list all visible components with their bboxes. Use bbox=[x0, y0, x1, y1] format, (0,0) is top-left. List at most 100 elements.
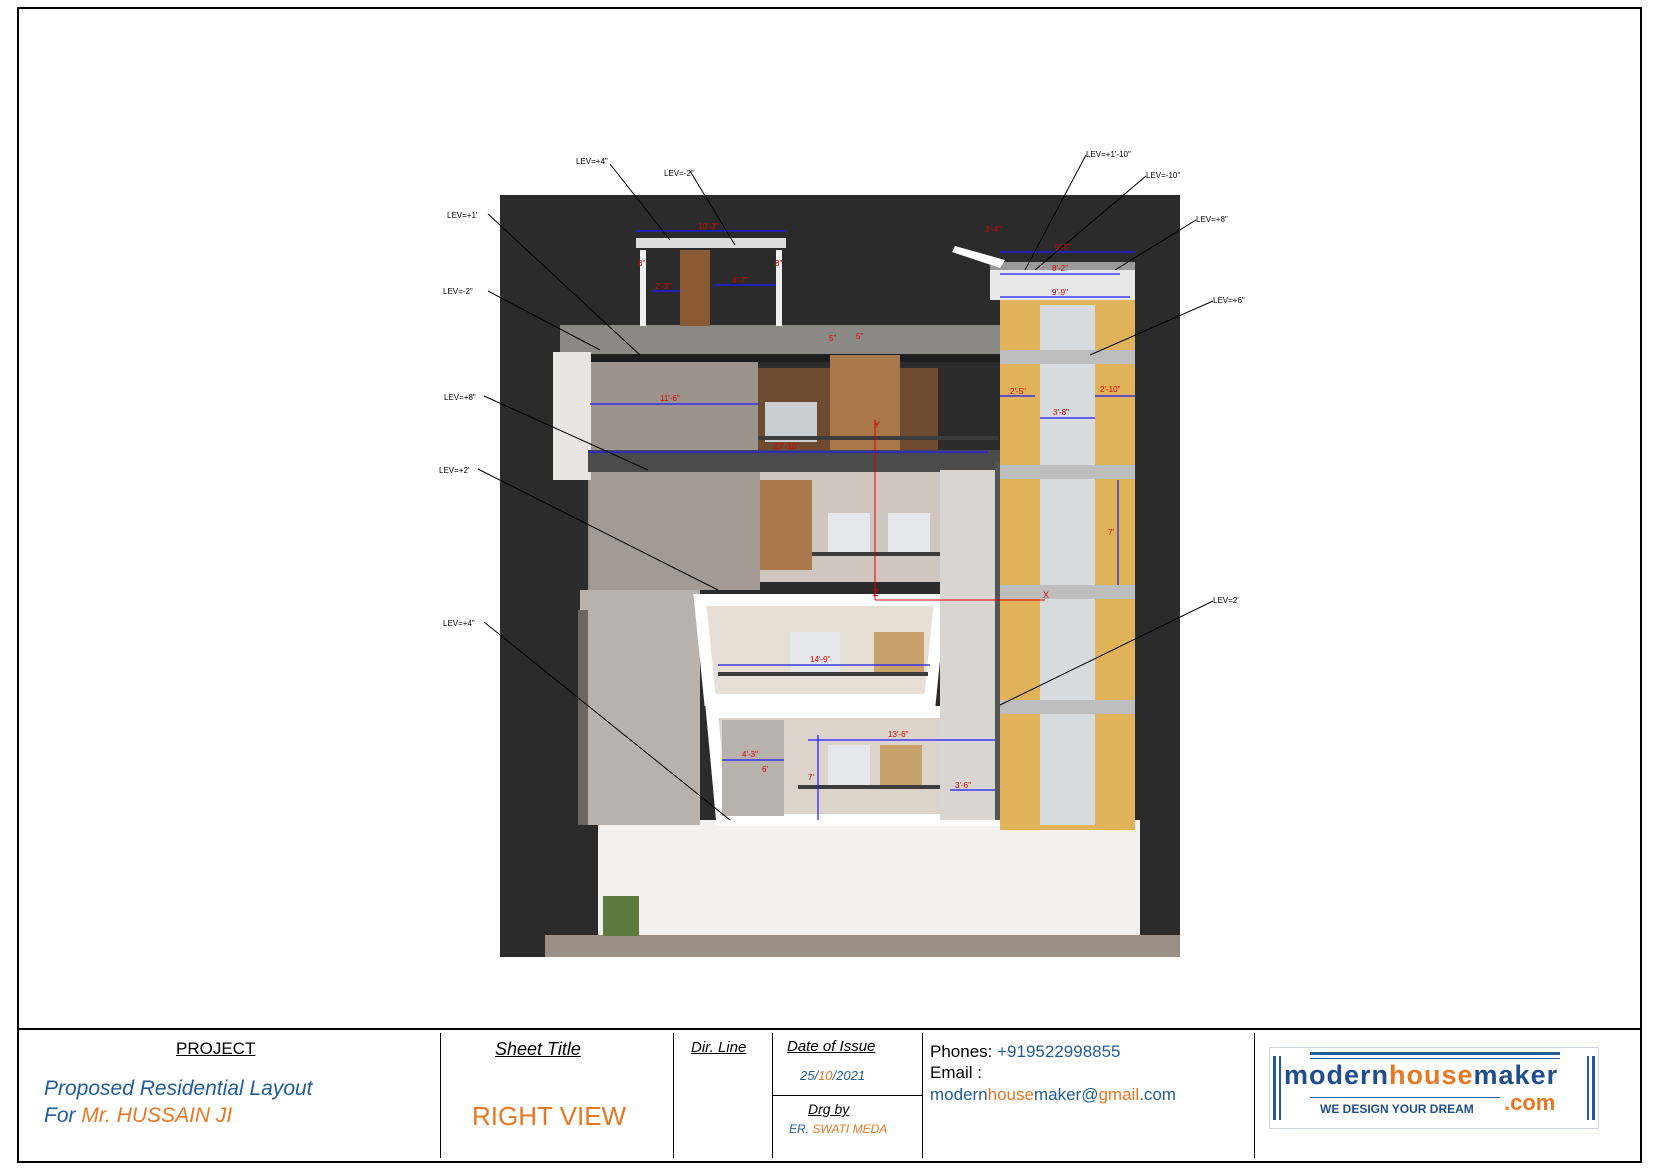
dimension-label: 2'-10" bbox=[1100, 385, 1121, 394]
axis-label: Y bbox=[874, 420, 880, 430]
ground-wall bbox=[598, 820, 1140, 935]
roof-slab bbox=[560, 325, 1000, 357]
dimension-label: 3'-6" bbox=[955, 781, 971, 790]
dimension-label: 3'-4" bbox=[985, 225, 1001, 234]
project-line1: Proposed Residential Layout bbox=[44, 1077, 313, 1100]
dimension-label: 4'-3" bbox=[742, 750, 758, 759]
balcony-rail-bay bbox=[718, 672, 928, 676]
dimension-label: 7' bbox=[808, 773, 814, 782]
level-label: LEV=+6" bbox=[1213, 296, 1245, 305]
dimension-label: 4'-7" bbox=[732, 276, 748, 285]
tower-glass bbox=[1040, 305, 1095, 825]
column-light bbox=[940, 470, 995, 820]
level-label: LEV=-10" bbox=[1146, 171, 1180, 180]
axis-label: X bbox=[1043, 590, 1049, 600]
date-value: 25/10/2021 bbox=[800, 1068, 865, 1083]
date-day: 25/ bbox=[800, 1068, 819, 1083]
dimension-label: 6' bbox=[762, 765, 768, 774]
window-mid-2 bbox=[888, 513, 930, 553]
level-label: LEV=2' bbox=[1213, 596, 1239, 605]
stone-wall-lower bbox=[590, 470, 760, 590]
divider bbox=[772, 1095, 922, 1096]
logo-suffix: .com bbox=[1504, 1090, 1556, 1115]
email-part: house bbox=[987, 1085, 1034, 1104]
logo-wordmark: modernhousemaker bbox=[1284, 1060, 1559, 1090]
dimension-label: 2'-3" bbox=[655, 282, 671, 291]
divider bbox=[922, 1033, 923, 1158]
drg-by-heading: Drg by bbox=[808, 1101, 850, 1117]
dimension-label: 5" bbox=[829, 334, 836, 343]
pergola-top bbox=[636, 238, 786, 248]
email-part: modern bbox=[930, 1085, 988, 1104]
project-heading: PROJECT bbox=[176, 1039, 256, 1058]
sheet-title-value: RIGHT VIEW bbox=[472, 1101, 627, 1131]
level-label: LEV=+2' bbox=[439, 466, 470, 475]
window-lower-2 bbox=[880, 745, 922, 785]
dir-line-heading: Dir. Line bbox=[691, 1039, 747, 1056]
level-label: LEV=+8" bbox=[444, 393, 476, 402]
email-label: Email : bbox=[930, 1063, 982, 1082]
dimension-label: 8'-2" bbox=[1052, 264, 1068, 273]
phones-label: Phones: bbox=[930, 1042, 993, 1061]
project-line2: For Mr. HUSSAIN JI bbox=[44, 1104, 232, 1128]
pergola-wood bbox=[680, 250, 710, 326]
roof-slab-dark bbox=[560, 354, 1000, 362]
email-part: maker bbox=[1033, 1085, 1082, 1104]
dimension-label: 13'-6" bbox=[888, 730, 909, 739]
dimension-label: 10'-3" bbox=[698, 222, 719, 231]
divider bbox=[673, 1033, 674, 1158]
phones-row: Phones: +919522998855 bbox=[930, 1042, 1121, 1062]
beam-band bbox=[588, 450, 1008, 472]
dimension-label: 8" bbox=[638, 259, 645, 268]
tower-band-4 bbox=[1000, 700, 1135, 714]
planter bbox=[603, 896, 639, 936]
level-label: LEV=+1'-10" bbox=[1086, 150, 1131, 159]
project-line2-prefix: For bbox=[44, 1104, 82, 1127]
dimension-label: 2'-5" bbox=[1010, 387, 1026, 396]
phones-value[interactable]: +919522998855 bbox=[997, 1042, 1120, 1061]
level-label: LEV=+4" bbox=[443, 619, 475, 628]
date-heading: Date of Issue bbox=[787, 1038, 876, 1055]
balcony-rail-upper bbox=[758, 436, 998, 440]
brand-logo: modernhousemaker WE DESIGN YOUR DREAM .c… bbox=[1269, 1047, 1599, 1129]
level-label: LEV=+8" bbox=[1196, 215, 1228, 224]
left-edge-strip bbox=[578, 610, 588, 825]
drg-by-value: ER. SWATI MEDA bbox=[789, 1122, 887, 1136]
elevation-drawing: LEV=+4" LEV=-2" LEV=+1' LEV=-2" LEV=+8" … bbox=[439, 150, 1245, 957]
dimension-label: 7' bbox=[1108, 528, 1114, 537]
dimension-label: 11'-6" bbox=[660, 394, 680, 403]
dimension-label: 8" bbox=[775, 259, 782, 268]
level-label: LEV=+1' bbox=[447, 211, 478, 220]
divider bbox=[440, 1033, 441, 1158]
axis-label: Z bbox=[873, 588, 879, 598]
stone-panel-lower bbox=[722, 720, 784, 816]
window-mid-1 bbox=[828, 513, 870, 553]
plinth bbox=[545, 935, 1180, 957]
window-bay-2 bbox=[874, 632, 924, 672]
window-lower-1 bbox=[828, 745, 870, 785]
sheet-title-heading: Sheet Title bbox=[495, 1039, 581, 1059]
email-value[interactable]: modernhousemaker@gmail.com bbox=[930, 1085, 1176, 1105]
dimension-label: 3'-8" bbox=[1053, 408, 1069, 417]
date-year: /2021 bbox=[832, 1068, 866, 1083]
drg-by-name: SWATI MEDA bbox=[812, 1122, 888, 1136]
email-part: gmail bbox=[1098, 1085, 1140, 1104]
tower-band-1 bbox=[1000, 350, 1135, 364]
drg-by-prefix: ER. bbox=[789, 1122, 813, 1136]
dimension-label: 9'-5" bbox=[1055, 243, 1071, 252]
left-parapet bbox=[553, 352, 591, 480]
date-month: 10 bbox=[818, 1068, 833, 1083]
dimension-label: 27'-10" bbox=[774, 442, 799, 451]
email-part: @ bbox=[1081, 1085, 1099, 1104]
dimension-label: 5" bbox=[856, 332, 863, 341]
dimension-label: 9'-9" bbox=[1052, 288, 1068, 297]
wood-louvers-mid bbox=[760, 480, 812, 570]
logo-tagline: WE DESIGN YOUR DREAM bbox=[1320, 1102, 1474, 1116]
tower-band-2 bbox=[1000, 465, 1135, 479]
level-label: LEV=-2" bbox=[664, 169, 694, 178]
dimension-label: 14'-9" bbox=[810, 655, 831, 664]
level-label: LEV=-2" bbox=[443, 287, 473, 296]
client-name: Mr. HUSSAIN JI bbox=[81, 1104, 233, 1127]
email-part: .com bbox=[1139, 1085, 1176, 1104]
divider bbox=[1254, 1033, 1255, 1158]
